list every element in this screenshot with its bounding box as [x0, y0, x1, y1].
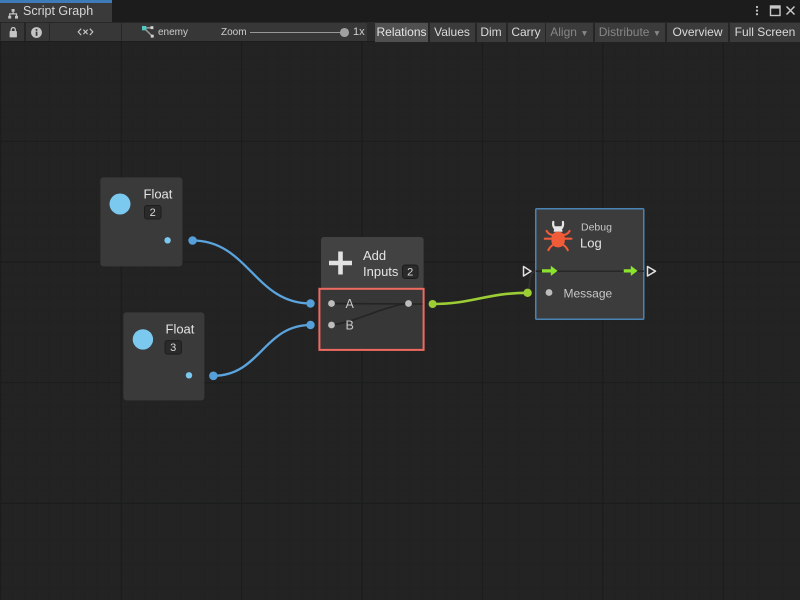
svg-text:Inputs: Inputs	[363, 264, 399, 279]
svg-text:Log: Log	[580, 236, 602, 251]
svg-text:Add: Add	[363, 248, 386, 263]
svg-text:3: 3	[170, 342, 176, 354]
svg-text:Message: Message	[564, 286, 613, 300]
svg-text:B: B	[346, 319, 354, 333]
svg-text:2: 2	[150, 207, 156, 219]
svg-text:Float: Float	[166, 321, 195, 336]
svg-text:2: 2	[407, 267, 413, 279]
svg-text:Debug: Debug	[581, 222, 612, 234]
svg-text:Float: Float	[144, 187, 173, 202]
svg-text:A: A	[346, 297, 355, 311]
